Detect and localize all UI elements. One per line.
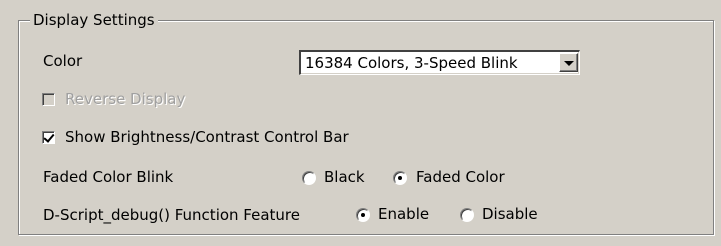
reverse-display-label: Reverse Display [65, 90, 186, 108]
faded-blink-black-radio[interactable] [302, 171, 316, 185]
radio-selected-dot [398, 176, 402, 180]
color-select[interactable]: 16384 Colors, 3-Speed Blink [299, 50, 580, 75]
d-script-disable-label: Disable [482, 205, 538, 223]
display-settings-title: Display Settings [30, 11, 158, 29]
color-label: Color [43, 52, 83, 70]
d-script-disable-radio[interactable] [460, 208, 474, 222]
d-script-enable-radio[interactable] [356, 208, 370, 222]
checkmark-icon [43, 131, 55, 143]
chevron-down-icon [564, 61, 574, 66]
show-brightness-label: Show Brightness/Contrast Control Bar [65, 128, 349, 146]
d-script-debug-label: D-Script_debug() Function Feature [43, 206, 300, 224]
faded-color-blink-label: Faded Color Blink [43, 168, 174, 186]
color-dropdown-button[interactable] [559, 53, 578, 72]
faded-blink-faded-color-label: Faded Color [416, 168, 505, 186]
d-script-enable-label: Enable [378, 205, 430, 223]
radio-selected-dot [361, 213, 365, 217]
show-brightness-checkbox[interactable] [42, 131, 55, 144]
faded-blink-black-label: Black [324, 168, 365, 186]
faded-blink-faded-color-radio[interactable] [393, 171, 407, 185]
color-select-value: 16384 Colors, 3-Speed Blink [305, 54, 518, 72]
reverse-display-checkbox[interactable] [42, 93, 55, 106]
